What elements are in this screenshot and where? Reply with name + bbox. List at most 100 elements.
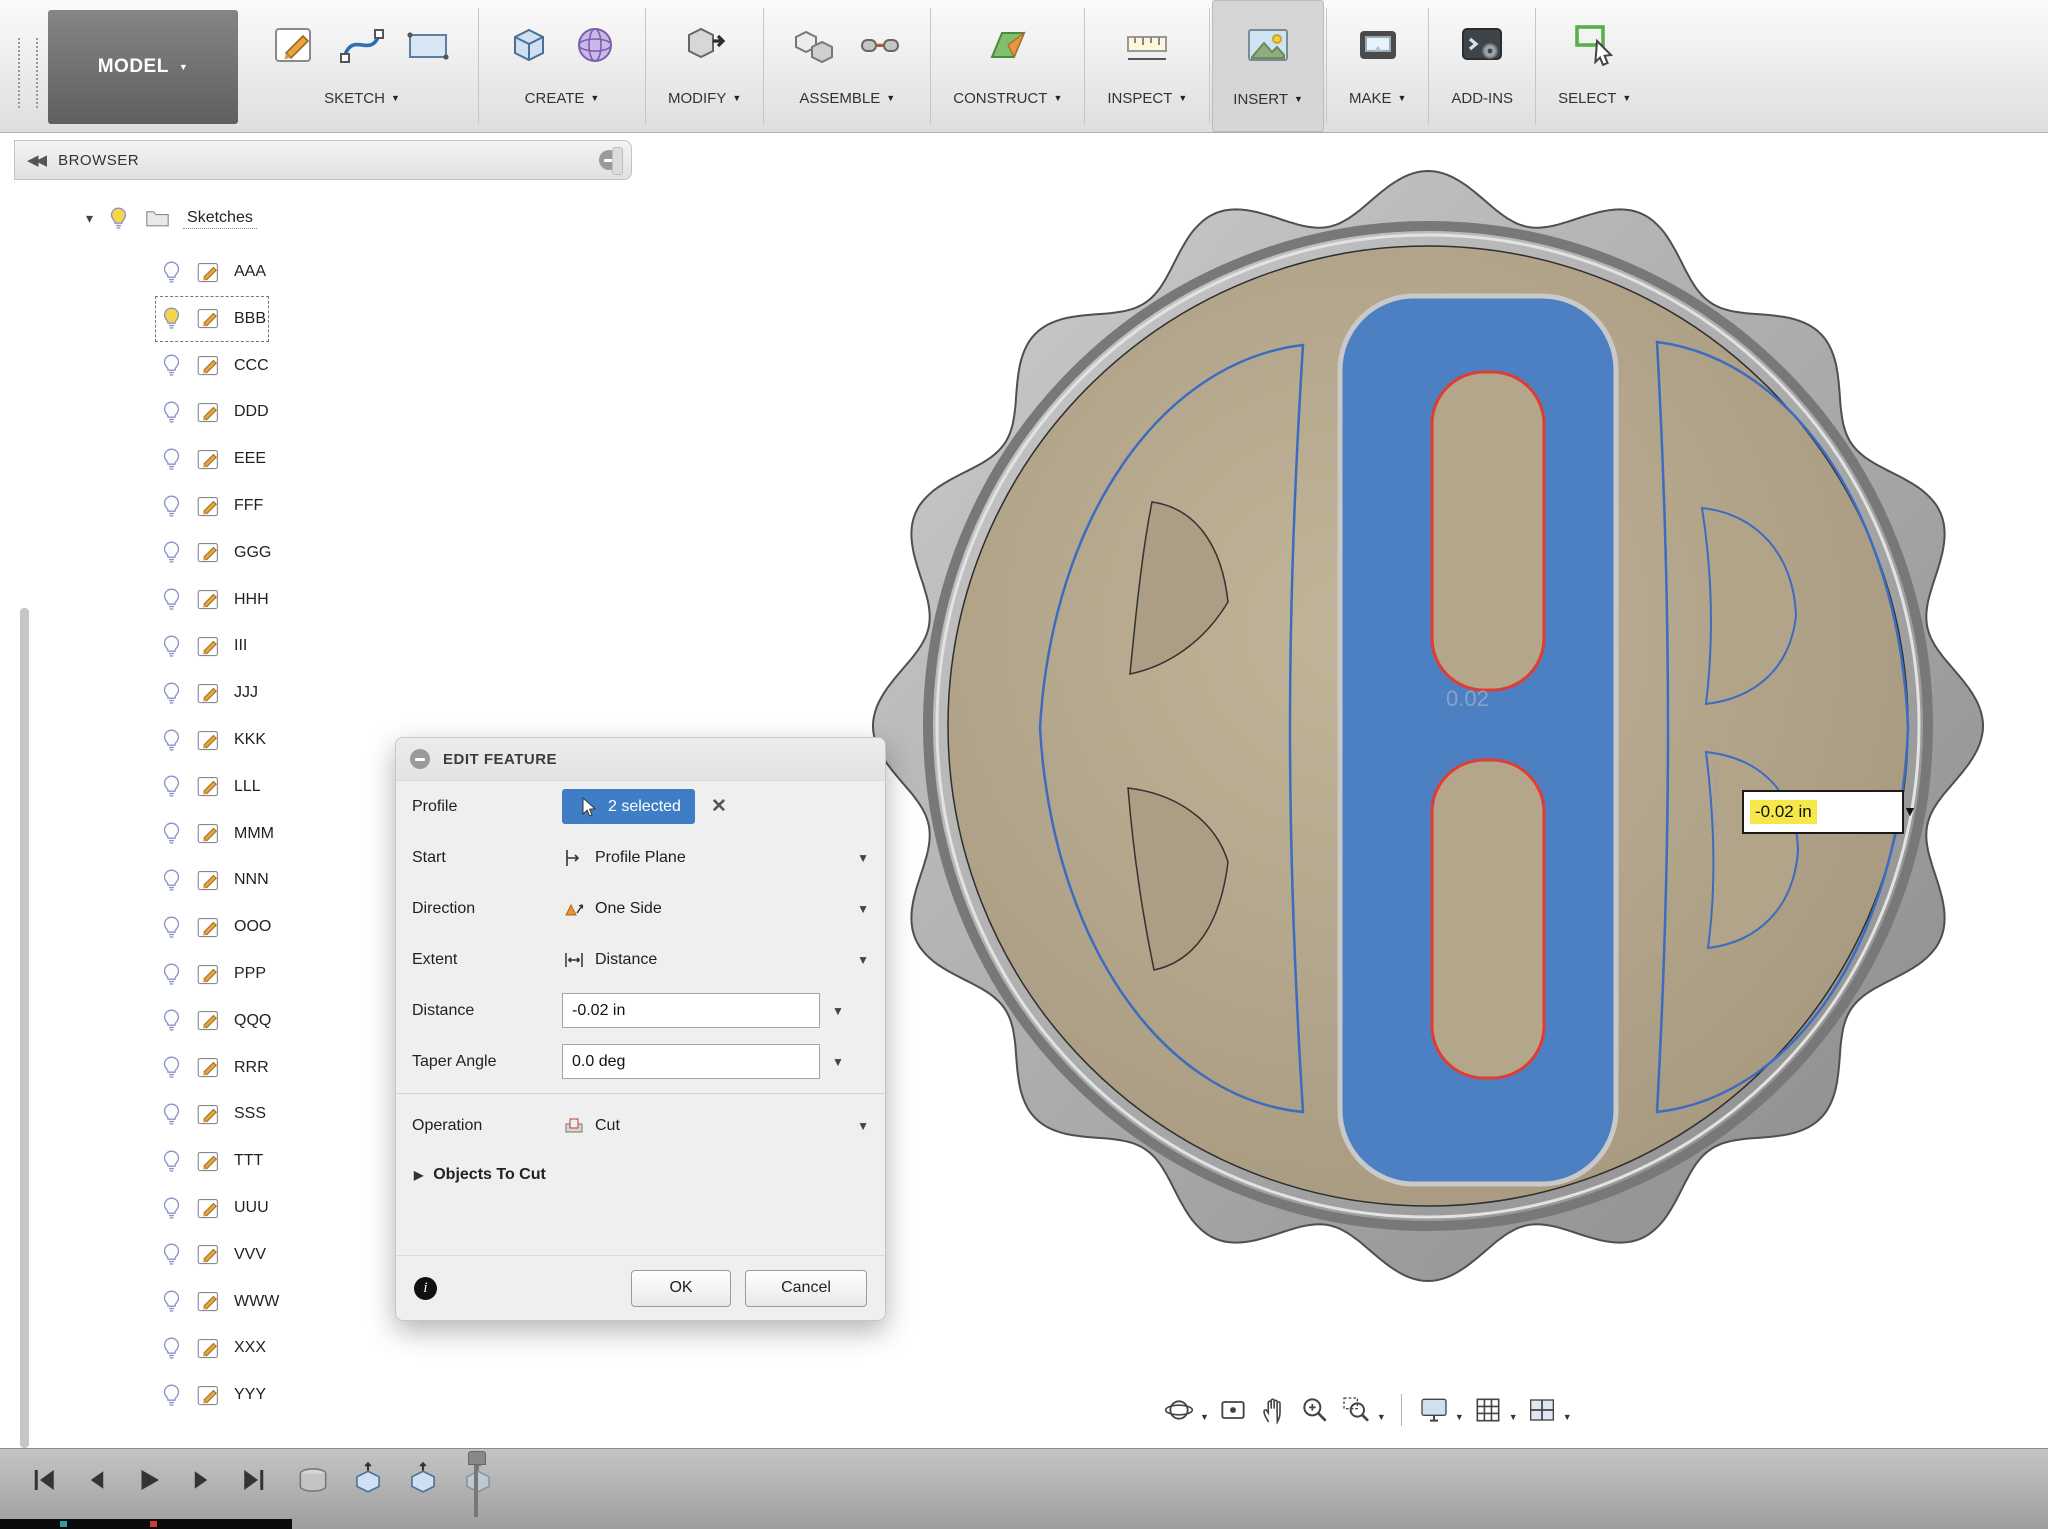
browser-item-TTT[interactable]: TTT <box>158 1141 263 1181</box>
ok-button[interactable]: OK <box>631 1270 731 1307</box>
press-pull-icon[interactable] <box>677 17 733 73</box>
display-settings-icon[interactable] <box>1415 1388 1453 1432</box>
toolbar-group-label[interactable]: ADD-INS <box>1451 82 1513 114</box>
chevron-down-icon[interactable]: ▼ <box>832 1004 844 1018</box>
box-icon[interactable] <box>501 17 557 73</box>
visibility-bulb-icon[interactable] <box>158 1148 185 1175</box>
browser-item-PPP[interactable]: PPP <box>158 954 266 994</box>
browser-item-JJJ[interactable]: JJJ <box>158 673 258 713</box>
browser-item-EEE[interactable]: EEE <box>158 439 266 479</box>
info-icon[interactable]: i <box>414 1277 437 1300</box>
zoom-window-icon[interactable] <box>1337 1388 1375 1432</box>
browser-item-WWW[interactable]: WWW <box>158 1282 279 1322</box>
canvas-distance-input[interactable]: -0.02 in <box>1742 790 1904 834</box>
clear-selection-icon[interactable]: ✕ <box>711 795 727 818</box>
browser-scrollbar[interactable] <box>20 608 29 1448</box>
toolbar-group-label[interactable]: MAKE▼ <box>1349 82 1406 114</box>
print-icon[interactable] <box>1350 17 1406 73</box>
toolbar-group-label[interactable]: SKETCH▼ <box>324 82 400 114</box>
chevron-down-icon[interactable]: ▼ <box>1455 1412 1464 1422</box>
taper-angle-input[interactable]: 0.0 deg <box>562 1044 820 1079</box>
viewports-icon[interactable] <box>1523 1388 1561 1432</box>
cancel-button[interactable]: Cancel <box>745 1270 867 1307</box>
scripts-icon[interactable] <box>1454 17 1510 73</box>
extrude-icon[interactable] <box>402 1459 444 1501</box>
rectangle-icon[interactable] <box>400 17 456 73</box>
spline-icon[interactable] <box>334 17 390 73</box>
extrude-icon[interactable] <box>347 1459 389 1501</box>
play-icon[interactable] <box>128 1459 170 1501</box>
browser-item-CCC[interactable]: CCC <box>158 346 269 386</box>
toolbar-group-label[interactable]: CONSTRUCT▼ <box>953 82 1062 114</box>
visibility-bulb-icon[interactable] <box>158 493 185 520</box>
visibility-bulb-icon[interactable] <box>158 1382 185 1409</box>
browser-item-XXX[interactable]: XXX <box>158 1328 266 1368</box>
toolbar-group-label[interactable]: MODIFY▼ <box>668 82 741 114</box>
step-forward-icon[interactable] <box>180 1459 222 1501</box>
chevron-down-icon[interactable]: ▼ <box>1563 1412 1572 1422</box>
visibility-bulb-icon[interactable] <box>158 446 185 473</box>
chevron-down-icon[interactable]: ▼ <box>1509 1412 1518 1422</box>
extent-dropdown[interactable]: Distance ▼ <box>562 948 869 972</box>
browser-panel-header[interactable]: ◀◀ BROWSER <box>14 140 632 180</box>
start-dropdown[interactable]: Profile Plane ▼ <box>562 846 869 870</box>
visibility-bulb-icon[interactable] <box>158 586 185 613</box>
visibility-bulb-icon[interactable] <box>158 399 185 426</box>
toolbar-grip[interactable] <box>18 38 38 108</box>
visibility-bulb-icon[interactable] <box>158 773 185 800</box>
operation-dropdown[interactable]: Cut ▼ <box>562 1114 869 1138</box>
direction-dropdown[interactable]: One Side ▼ <box>562 897 869 921</box>
browser-item-QQQ[interactable]: QQQ <box>158 1001 271 1041</box>
browser-item-FFF[interactable]: FFF <box>158 486 263 526</box>
base-feature-icon[interactable] <box>292 1459 334 1501</box>
browser-item-AAA[interactable]: AAA <box>158 252 266 292</box>
timeline-position-marker[interactable] <box>468 1451 484 1517</box>
visibility-bulb-icon[interactable] <box>158 867 185 894</box>
visibility-bulb-icon[interactable] <box>158 633 185 660</box>
browser-item-YYY[interactable]: YYY <box>158 1375 266 1415</box>
chevron-down-icon[interactable]: ▼ <box>1200 1412 1209 1422</box>
sketches-folder-row[interactable]: ▾ Sketches <box>86 198 257 238</box>
skip-start-icon[interactable] <box>24 1459 66 1501</box>
expand-triangle-icon[interactable]: ▾ <box>86 210 93 227</box>
visibility-bulb-icon[interactable] <box>105 205 132 232</box>
image-icon[interactable] <box>1240 18 1296 74</box>
measure-icon[interactable] <box>1119 17 1175 73</box>
visibility-bulb-icon[interactable] <box>158 1335 185 1362</box>
toolbar-group-label[interactable]: SELECT▼ <box>1558 82 1631 114</box>
grid-icon[interactable] <box>1469 1388 1507 1432</box>
toolbar-group-label[interactable]: CREATE▼ <box>525 82 600 114</box>
skip-end-icon[interactable] <box>232 1459 274 1501</box>
browser-item-III[interactable]: III <box>158 626 247 666</box>
chevron-down-icon[interactable]: ▼ <box>1377 1412 1386 1422</box>
profile-selection-pill[interactable]: 2 selected <box>562 789 695 824</box>
lookat-icon[interactable] <box>1214 1388 1252 1432</box>
visibility-bulb-icon[interactable] <box>158 352 185 379</box>
visibility-bulb-icon[interactable] <box>158 727 185 754</box>
visibility-bulb-icon[interactable] <box>158 539 185 566</box>
component-icon[interactable] <box>786 17 842 73</box>
visibility-bulb-icon[interactable] <box>158 914 185 941</box>
orbit-icon[interactable] <box>1160 1388 1198 1432</box>
browser-item-MMM[interactable]: MMM <box>158 814 274 854</box>
browser-item-KKK[interactable]: KKK <box>158 720 266 760</box>
sketches-folder-label[interactable]: Sketches <box>183 208 257 229</box>
browser-item-RRR[interactable]: RRR <box>158 1048 269 1088</box>
browser-item-UUU[interactable]: UUU <box>158 1188 269 1228</box>
visibility-bulb-icon[interactable] <box>158 1288 185 1315</box>
browser-item-VVV[interactable]: VVV <box>158 1235 266 1275</box>
collapse-panel-icon[interactable]: ◀◀ <box>27 151 44 169</box>
chevron-down-icon[interactable]: ▼ <box>832 1055 844 1069</box>
workspace-switcher-button[interactable]: MODEL ▼ <box>48 10 238 124</box>
joint-icon[interactable] <box>852 17 908 73</box>
browser-item-NNN[interactable]: NNN <box>158 860 269 900</box>
objects-to-cut-toggle[interactable]: ▶ Objects To Cut <box>396 1151 885 1199</box>
browser-item-BBB[interactable]: BBB <box>158 299 266 339</box>
browser-item-DDD[interactable]: DDD <box>158 392 269 432</box>
visibility-bulb-icon[interactable] <box>158 1101 185 1128</box>
dialog-collapse-icon[interactable] <box>410 749 430 769</box>
browser-item-SSS[interactable]: SSS <box>158 1094 266 1134</box>
visibility-bulb-icon[interactable] <box>158 1054 185 1081</box>
sphere-icon[interactable] <box>567 17 623 73</box>
browser-item-GGG[interactable]: GGG <box>158 533 271 573</box>
